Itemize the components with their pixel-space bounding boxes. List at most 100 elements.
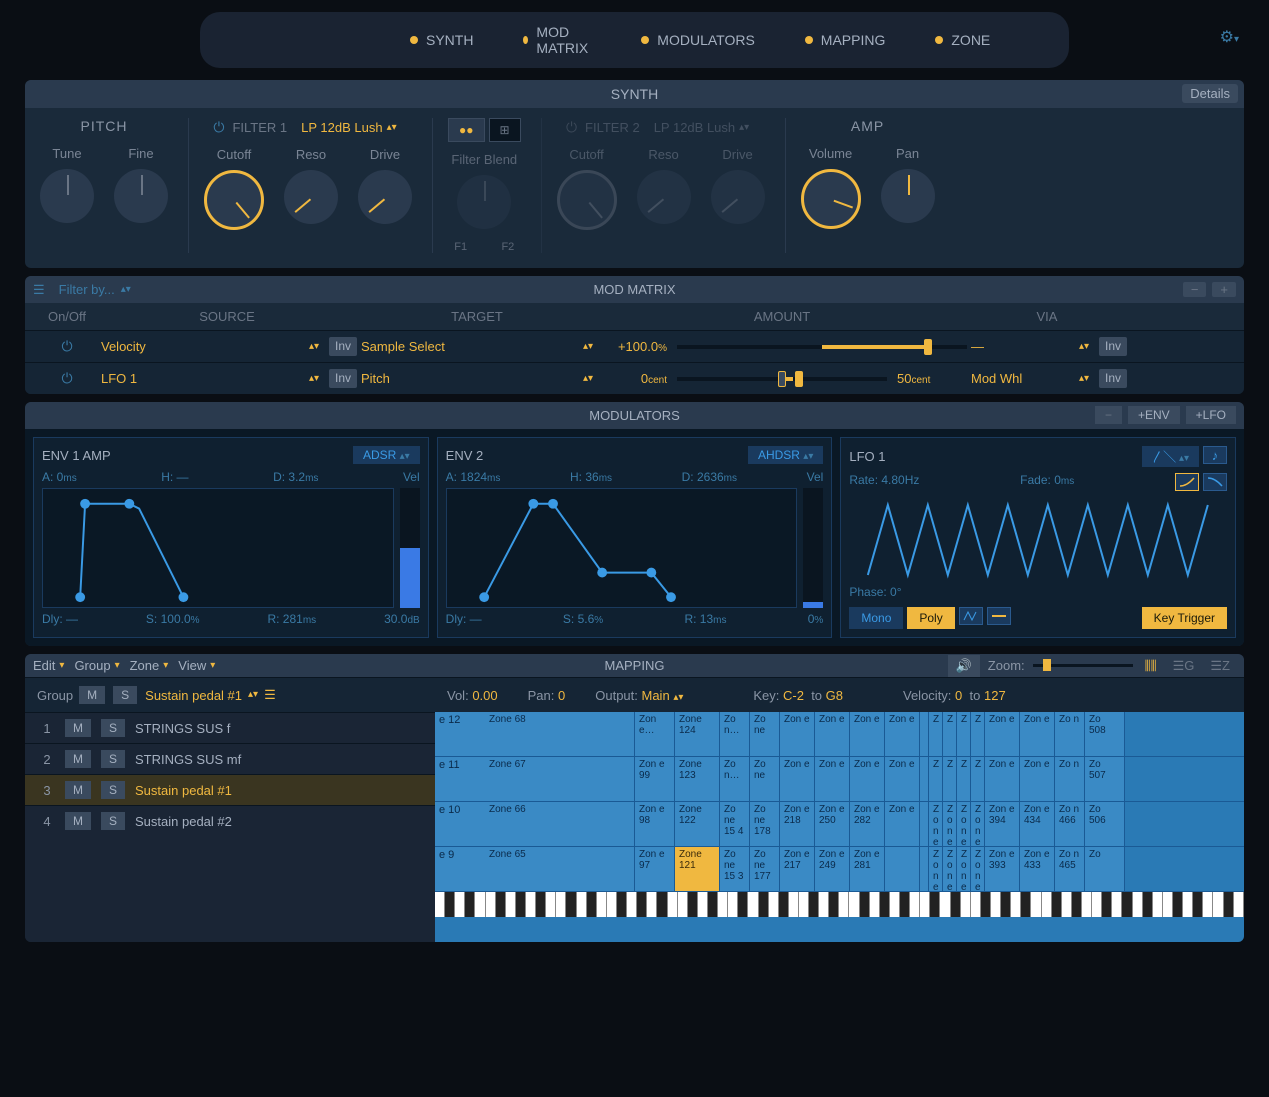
zone-cell[interactable]: Zon e <box>1020 712 1055 756</box>
zone-cell[interactable]: Zo n 466 <box>1055 802 1085 846</box>
lfo-keytrigger-button[interactable]: Key Trigger <box>1142 607 1227 629</box>
lfo-fade[interactable]: Fade: 0ms <box>1020 473 1074 491</box>
mute-button[interactable]: M <box>65 781 91 799</box>
tab-zone[interactable]: ZONE <box>925 28 1000 52</box>
env2-delay[interactable]: Dly: — <box>446 612 482 626</box>
view-menu[interactable]: View▾ <box>178 658 215 673</box>
lfo-poly-button[interactable]: Poly <box>907 607 954 629</box>
piano-keyboard[interactable] <box>435 892 1244 917</box>
filter1-type-select[interactable]: LP 12dB Lush▴▾ <box>295 118 403 137</box>
details-button[interactable]: Details <box>1182 84 1238 103</box>
target-select[interactable]: Sample Select▴▾ <box>357 337 597 356</box>
filter2-type-select[interactable]: LP 12dB Lush▴▾ <box>648 118 756 137</box>
zone-cell[interactable]: Zone 65 <box>435 847 635 891</box>
env1-decay[interactable]: D: 3.2ms <box>273 470 318 484</box>
filter-by-select[interactable]: Filter by... ▴▾ <box>53 280 137 299</box>
vol-value[interactable]: 0.00 <box>472 688 497 703</box>
zone-cell[interactable]: Z <box>957 757 971 801</box>
zone-cell[interactable]: Z o n e <box>943 847 957 891</box>
filter2-drive-knob[interactable] <box>711 170 765 224</box>
env2-vel-slider[interactable] <box>803 488 823 608</box>
source-select[interactable]: Velocity▴▾ <box>97 337 323 356</box>
tab-mapping[interactable]: MAPPING <box>795 28 896 52</box>
zone-cell[interactable]: Zon e 282 <box>850 802 885 846</box>
inv-button[interactable]: Inv <box>1099 369 1127 388</box>
amount-value[interactable]: +100.0% <box>597 339 667 354</box>
zone-cell[interactable]: Z <box>929 757 943 801</box>
env1-attack[interactable]: A: 0ms <box>42 470 77 484</box>
lfo-rate[interactable]: Rate: 4.80Hz <box>849 473 919 491</box>
lfo-fade-in-icon[interactable] <box>1175 473 1199 491</box>
zone-cell[interactable]: Zo 507 <box>1085 757 1125 801</box>
zone-cell[interactable]: Zo n 465 <box>1055 847 1085 891</box>
volume-knob[interactable] <box>801 169 861 229</box>
add-row-button[interactable]: + <box>1212 282 1236 297</box>
zone-cell[interactable]: Zone 123 <box>675 757 720 801</box>
zone-cell[interactable]: Z o n e <box>957 847 971 891</box>
filter1-drive-knob[interactable] <box>358 170 412 224</box>
key-low[interactable]: C-2 <box>783 688 804 703</box>
view-group-icon[interactable]: ☰G <box>1169 656 1199 676</box>
amount-slider[interactable] <box>677 345 967 349</box>
env2-release[interactable]: R: 13ms <box>684 612 726 626</box>
env1-vel-slider[interactable] <box>400 488 420 608</box>
fine-knob[interactable] <box>114 169 168 223</box>
zone-cell[interactable] <box>920 802 929 846</box>
zone-cell[interactable]: Zone 68 <box>435 712 635 756</box>
inv-button[interactable]: Inv <box>329 369 357 388</box>
zone-cell[interactable]: Zon e 217 <box>780 847 815 891</box>
lfo-mono-button[interactable]: Mono <box>849 607 903 629</box>
zone-cell[interactable]: Zo ne <box>750 757 780 801</box>
zone-cell[interactable]: Zone 124 <box>675 712 720 756</box>
zone-cell[interactable]: Z <box>971 712 985 756</box>
zone-cell[interactable]: Zon e <box>815 757 850 801</box>
filter1-cutoff-knob[interactable] <box>204 170 264 230</box>
zone-cell[interactable]: Zon e 98 <box>635 802 675 846</box>
zone-cell[interactable]: Zo <box>1085 847 1125 891</box>
zone-cell[interactable]: Zon e 249 <box>815 847 850 891</box>
zone-cell[interactable]: Zo ne <box>750 712 780 756</box>
zone-cell[interactable]: Zon e <box>780 757 815 801</box>
solo-button[interactable]: S <box>101 719 125 737</box>
zone-cell[interactable]: Zo ne 178 <box>750 802 780 846</box>
filter-blend-knob[interactable] <box>457 175 511 229</box>
source-select[interactable]: LFO 1▴▾ <box>97 369 323 388</box>
lfo-phase[interactable]: Phase: 0° <box>849 585 1227 599</box>
inv-button[interactable]: Inv <box>1099 337 1127 356</box>
zone-cell[interactable]: Zone 122 <box>675 802 720 846</box>
row-power-icon[interactable]: ⏻ <box>61 338 72 354</box>
env1-release[interactable]: R: 281ms <box>267 612 316 626</box>
gear-icon[interactable]: ⚙▾ <box>1220 27 1239 47</box>
zone-cell[interactable]: Zo n… <box>720 757 750 801</box>
zone-cell[interactable]: Zo n <box>1055 757 1085 801</box>
mute-button[interactable]: M <box>65 812 91 830</box>
key-high[interactable]: G8 <box>826 688 843 703</box>
group-name-select[interactable]: Sustain pedal #1▴▾ ☰ <box>145 687 417 703</box>
zone-cell[interactable]: Zon e <box>985 757 1020 801</box>
zone-cell[interactable]: Z <box>943 757 957 801</box>
amount-slider[interactable] <box>677 377 887 381</box>
tab-modmatrix[interactable]: MOD MATRIX <box>513 20 601 60</box>
filter2-power-icon[interactable]: ⏻ <box>566 119 577 136</box>
zone-cell[interactable]: Zon e 97 <box>635 847 675 891</box>
zone-cell[interactable] <box>920 712 929 756</box>
env2-mode-select[interactable]: AHDSR ▴▾ <box>748 446 823 464</box>
zone-cell[interactable]: Zon e 393 <box>985 847 1020 891</box>
zone-cell[interactable]: Zon e <box>1020 757 1055 801</box>
zone-cell[interactable]: Zon e <box>885 712 920 756</box>
zone-cell[interactable]: Zo n <box>1055 712 1085 756</box>
env1-mode-select[interactable]: ADSR ▴▾ <box>353 446 420 464</box>
env2-graph[interactable] <box>446 488 798 608</box>
zone-cell[interactable]: Zon e <box>885 802 920 846</box>
zone-grid[interactable]: e 12Zone 68Zon e…Zone 124Zo n…Zo neZon e… <box>435 712 1244 942</box>
lfo-shape-icon[interactable] <box>987 607 1011 625</box>
view-keyboard-icon[interactable]: ⫼⫼ <box>1141 656 1161 676</box>
lfo-wave-select[interactable]: 〳╲ ▴▾ <box>1142 446 1199 467</box>
zone-cell[interactable]: Z o n e <box>929 847 943 891</box>
zone-cell[interactable]: Zon e 218 <box>780 802 815 846</box>
env1-hold[interactable]: H: — <box>161 470 188 484</box>
env2-hold[interactable]: H: 36ms <box>570 470 612 484</box>
output-select[interactable]: Main ▴▾ <box>642 688 684 703</box>
zone-cell[interactable] <box>920 847 929 891</box>
row-power-icon[interactable]: ⏻ <box>61 370 72 386</box>
